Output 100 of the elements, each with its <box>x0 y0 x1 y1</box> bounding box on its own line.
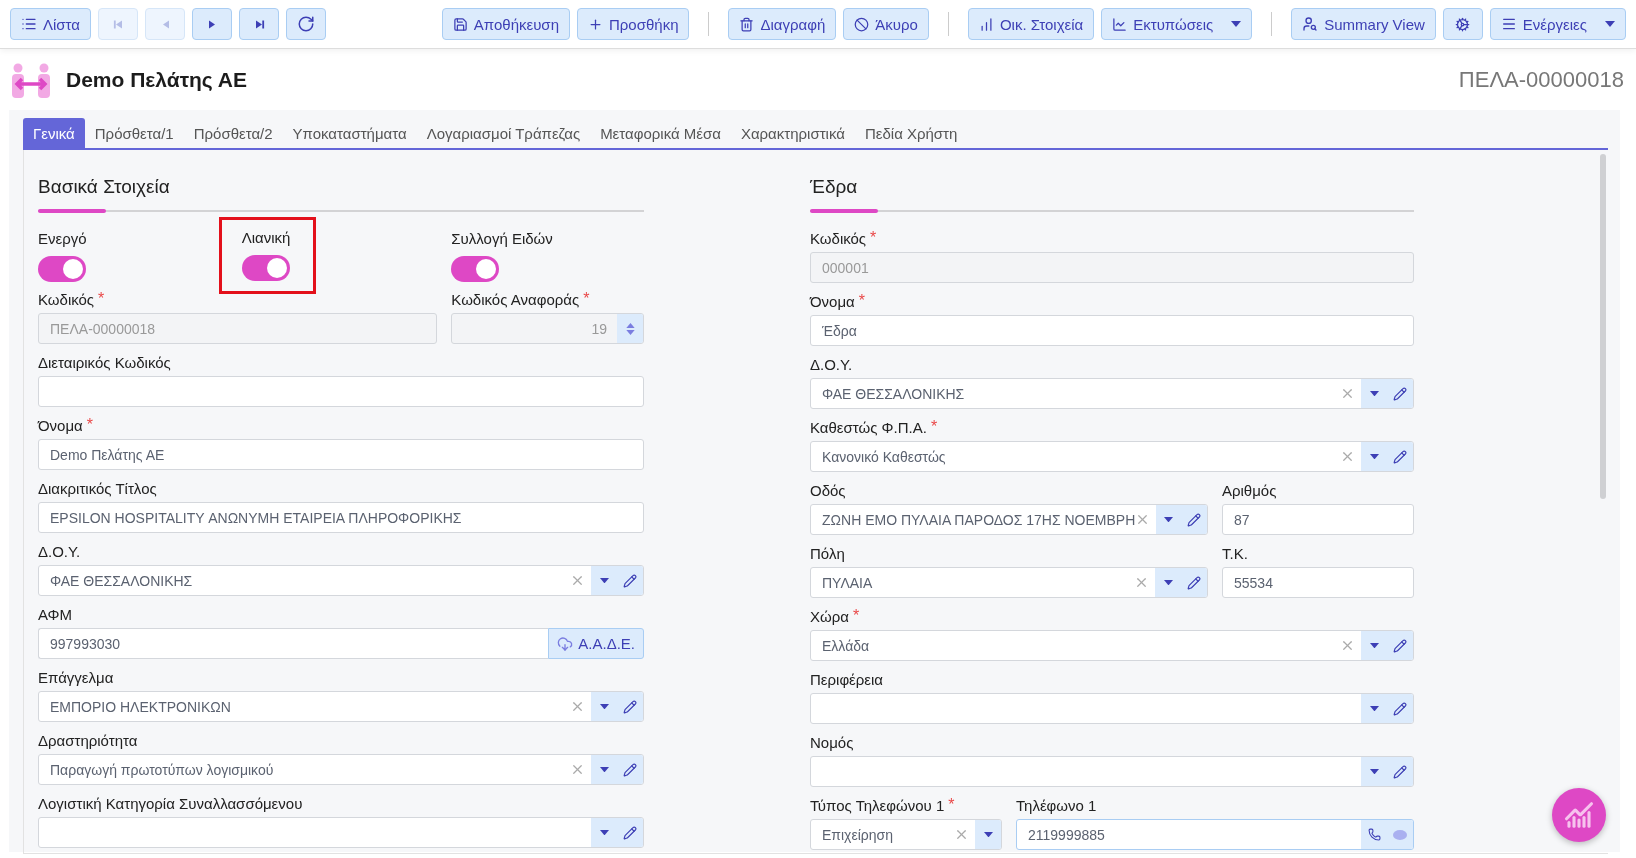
pencil-icon <box>623 825 637 840</box>
select-field[interactable]: ΠΥΛΑΙΑ <box>810 567 1208 598</box>
dropdown-button[interactable] <box>1361 631 1387 660</box>
last-icon <box>253 18 265 30</box>
field-label: Όνομα <box>810 292 855 312</box>
dropdown-button[interactable] <box>591 818 617 847</box>
toolbar-button[interactable]: Προσθήκη <box>577 8 690 40</box>
nav-button[interactable] <box>239 8 279 40</box>
select-field[interactable]: Επιχείρηση <box>810 819 1002 850</box>
select-field[interactable]: ΦΑΕ ΘΕΣΣΑΛΟΝΙΚΗΣ <box>38 565 644 596</box>
menu-icon <box>1500 16 1517 32</box>
call-button[interactable] <box>1361 820 1387 849</box>
pencil-icon <box>623 573 637 588</box>
toolbar-button[interactable]: Οικ. Στοιχεία <box>967 8 1095 40</box>
dropdown-button[interactable] <box>1361 757 1387 786</box>
toolbar-button[interactable]: Διαγραφή <box>728 8 837 40</box>
field-label: Επάγγελμα <box>38 668 114 688</box>
phone-field[interactable]: 2119999885 <box>1016 819 1414 850</box>
text-field[interactable]: 55534 <box>1222 567 1414 598</box>
toggle-switch[interactable] <box>241 255 290 281</box>
list-button[interactable]: Λίστα <box>10 8 91 40</box>
edit-button[interactable] <box>1387 379 1413 408</box>
select-field[interactable]: ΖΩΝΗ ΕΜΟ ΠΥΛΑΙΑ ΠΑΡΟΔΟΣ 17ΗΣ ΝΟΕΜΒΡΗ <box>810 504 1208 535</box>
dropdown-button[interactable] <box>1361 379 1387 408</box>
caret-icon <box>599 766 609 773</box>
tab[interactable]: Λογαριασμοί Τράπεζας <box>416 118 591 148</box>
text-field[interactable]: EPSILON HOSPITALITY ΑΝΩΝΥΜΗ ΕΤΑΙΡΕΙΑ ΠΛΗΡΟΦΟΡΙΚΗΣ <box>38 502 644 533</box>
aade-button[interactable]: Α.Α.Δ.Ε. <box>548 628 644 659</box>
select-field[interactable]: Κανονικό Καθεστώς <box>810 441 1414 472</box>
caret-icon <box>1163 579 1173 586</box>
ban-icon <box>854 16 870 32</box>
field-label: Διακριτικός Τίτλος <box>38 479 157 499</box>
required-mark: * <box>930 418 938 437</box>
save-icon <box>452 16 468 32</box>
caret-icon <box>599 703 609 710</box>
caret-icon <box>983 831 993 838</box>
dropdown-button[interactable] <box>591 692 617 721</box>
analytics-button[interactable] <box>1552 788 1606 842</box>
select-field[interactable] <box>38 817 644 848</box>
tab[interactable]: Πρόσθετα/1 <box>84 118 184 148</box>
dropdown-button[interactable] <box>1361 442 1387 471</box>
settings-button[interactable] <box>1442 8 1483 40</box>
text-field[interactable]: Έδρα <box>810 315 1414 346</box>
text-field[interactable]: 87 <box>1222 504 1414 535</box>
select-field[interactable] <box>810 693 1414 724</box>
tab[interactable]: Γενικά <box>23 118 85 148</box>
logo-icon <box>10 61 52 98</box>
edit-button[interactable] <box>617 818 643 847</box>
edit-button[interactable] <box>1387 442 1413 471</box>
tab[interactable]: Πρόσθετα/2 <box>183 118 283 148</box>
dropdown-button[interactable] <box>1156 505 1182 534</box>
field-label: Περιφέρεια <box>810 670 884 690</box>
caret-icon <box>599 829 609 836</box>
list-icon <box>21 16 37 32</box>
select-field[interactable]: ΦΑΕ ΘΕΣΣΑΛΟΝΙΚΗΣ <box>810 378 1414 409</box>
select-field[interactable]: Παραγωγή πρωτοτύπων λογισμικού <box>38 754 644 785</box>
tab[interactable]: Υποκαταστήματα <box>282 118 417 148</box>
text-field[interactable]: 997993030 <box>38 628 549 659</box>
scrollbar[interactable] <box>1600 154 1606 499</box>
text-field[interactable]: Demo Πελάτης ΑΕ <box>38 439 644 470</box>
toggle-label: Λιανική <box>241 228 291 248</box>
dropdown-button[interactable] <box>975 820 1001 849</box>
pencil-icon <box>1393 638 1407 653</box>
field-label: Όνομα <box>38 416 83 436</box>
chart-icon <box>1564 800 1594 830</box>
dropdown-button[interactable] <box>591 566 617 595</box>
required-mark: * <box>852 607 860 626</box>
caret-icon <box>1369 642 1379 649</box>
toolbar-button[interactable]: Αποθήκευση <box>441 8 570 40</box>
select-field[interactable] <box>810 756 1414 787</box>
toolbar-button[interactable]: Summary View <box>1291 8 1436 40</box>
text-field[interactable] <box>38 376 644 407</box>
field-label: Κωδικός <box>810 229 867 249</box>
toggle-switch[interactable] <box>38 256 86 282</box>
edit-button[interactable] <box>1387 757 1413 786</box>
tab[interactable]: Χαρακτηριστικά <box>730 118 855 148</box>
dropdown-button[interactable] <box>591 755 617 784</box>
toolbar-button[interactable]: Εκτυπώσεις <box>1101 8 1253 40</box>
pencil-icon <box>1393 449 1407 464</box>
pencil-icon <box>623 762 637 777</box>
select-field[interactable]: ΕΜΠΟΡΙΟ ΗΛΕΚΤΡΟΝΙΚΩΝ <box>38 691 644 722</box>
edit-button[interactable] <box>1181 568 1207 597</box>
field-label: Κωδικός Αναφοράς <box>451 290 580 310</box>
edit-button[interactable] <box>617 566 643 595</box>
edit-button[interactable] <box>1387 631 1413 660</box>
dropdown-button[interactable] <box>1155 568 1181 597</box>
toolbar-button[interactable]: Άκυρο <box>843 8 929 40</box>
edit-button[interactable] <box>617 755 643 784</box>
edit-button[interactable] <box>617 692 643 721</box>
tab[interactable]: Μεταφορικά Μέσα <box>590 118 731 148</box>
toolbar-button[interactable]: Ενέργειες <box>1489 8 1626 40</box>
tab[interactable]: Πεδία Χρήστη <box>854 118 968 148</box>
edit-button[interactable] <box>1181 505 1207 534</box>
select-field[interactable]: Ελλάδα <box>810 630 1414 661</box>
edit-button[interactable] <box>1387 694 1413 723</box>
dropdown-button[interactable] <box>1361 694 1387 723</box>
toggle-switch[interactable] <box>451 256 500 282</box>
plus-icon <box>588 16 603 32</box>
nav-button[interactable] <box>286 8 326 40</box>
caret-icon <box>1369 705 1379 712</box>
